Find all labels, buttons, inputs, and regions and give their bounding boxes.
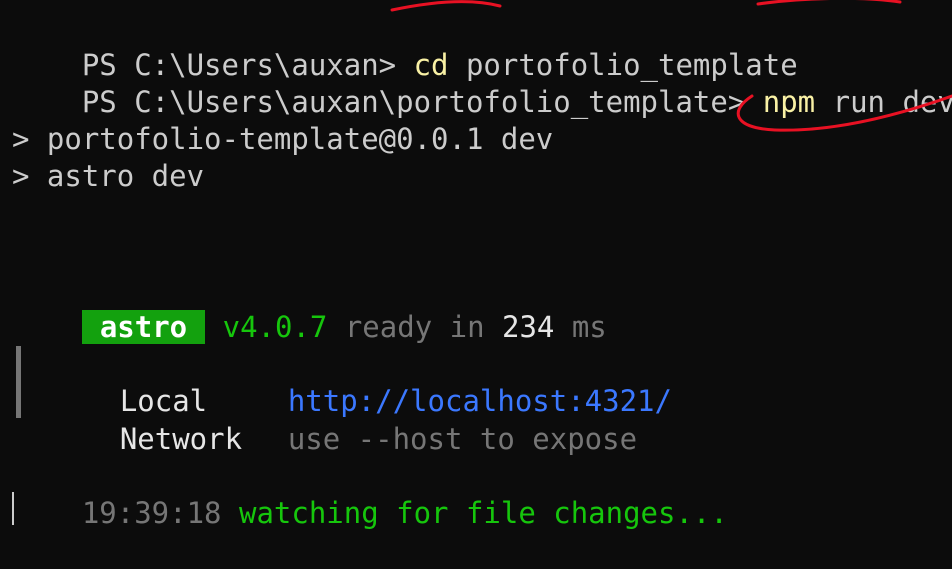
network-value: use --host to expose — [287, 422, 638, 456]
watch-timestamp: 19:39:18 — [81, 496, 222, 530]
prompt-path-2: PS C:\Users\auxan\portofolio_template> — [81, 85, 763, 119]
server-info-bar — [16, 346, 21, 418]
command-npm: npm — [762, 85, 816, 119]
astro-status-line: astro v4.0.7 ready in 234 ms — [12, 272, 607, 344]
prompt-line-2: PS C:\Users\auxan\portofolio_template> n… — [12, 47, 952, 119]
script-line-1: > portofolio-template@0.0.1 dev — [12, 122, 554, 156]
terminal-window[interactable]: PS C:\Users\auxan> cd portofolio_templat… — [0, 0, 952, 530]
network-label: Network — [119, 422, 243, 456]
script-line-2: > astro dev — [12, 159, 205, 193]
prompt-line-1: PS C:\Users\auxan> cd portofolio_templat… — [12, 10, 798, 82]
local-line: Local http://localhost:4321/ — [50, 346, 672, 418]
command-arg-2: run dev — [815, 85, 952, 119]
ready-text: ready in — [327, 310, 502, 344]
watch-message: watching for file changes... — [221, 496, 728, 530]
astro-version: v4.0.7 — [222, 310, 328, 344]
ready-time: 234 — [502, 310, 555, 344]
astro-badge: astro — [81, 310, 206, 344]
watch-line: 19:39:18 watching for file changes... — [12, 458, 728, 530]
red-scribble-top — [390, 0, 902, 12]
network-line: Network use --host to expose — [50, 384, 637, 456]
text-cursor[interactable] — [12, 492, 14, 525]
ready-unit: ms — [554, 310, 607, 344]
